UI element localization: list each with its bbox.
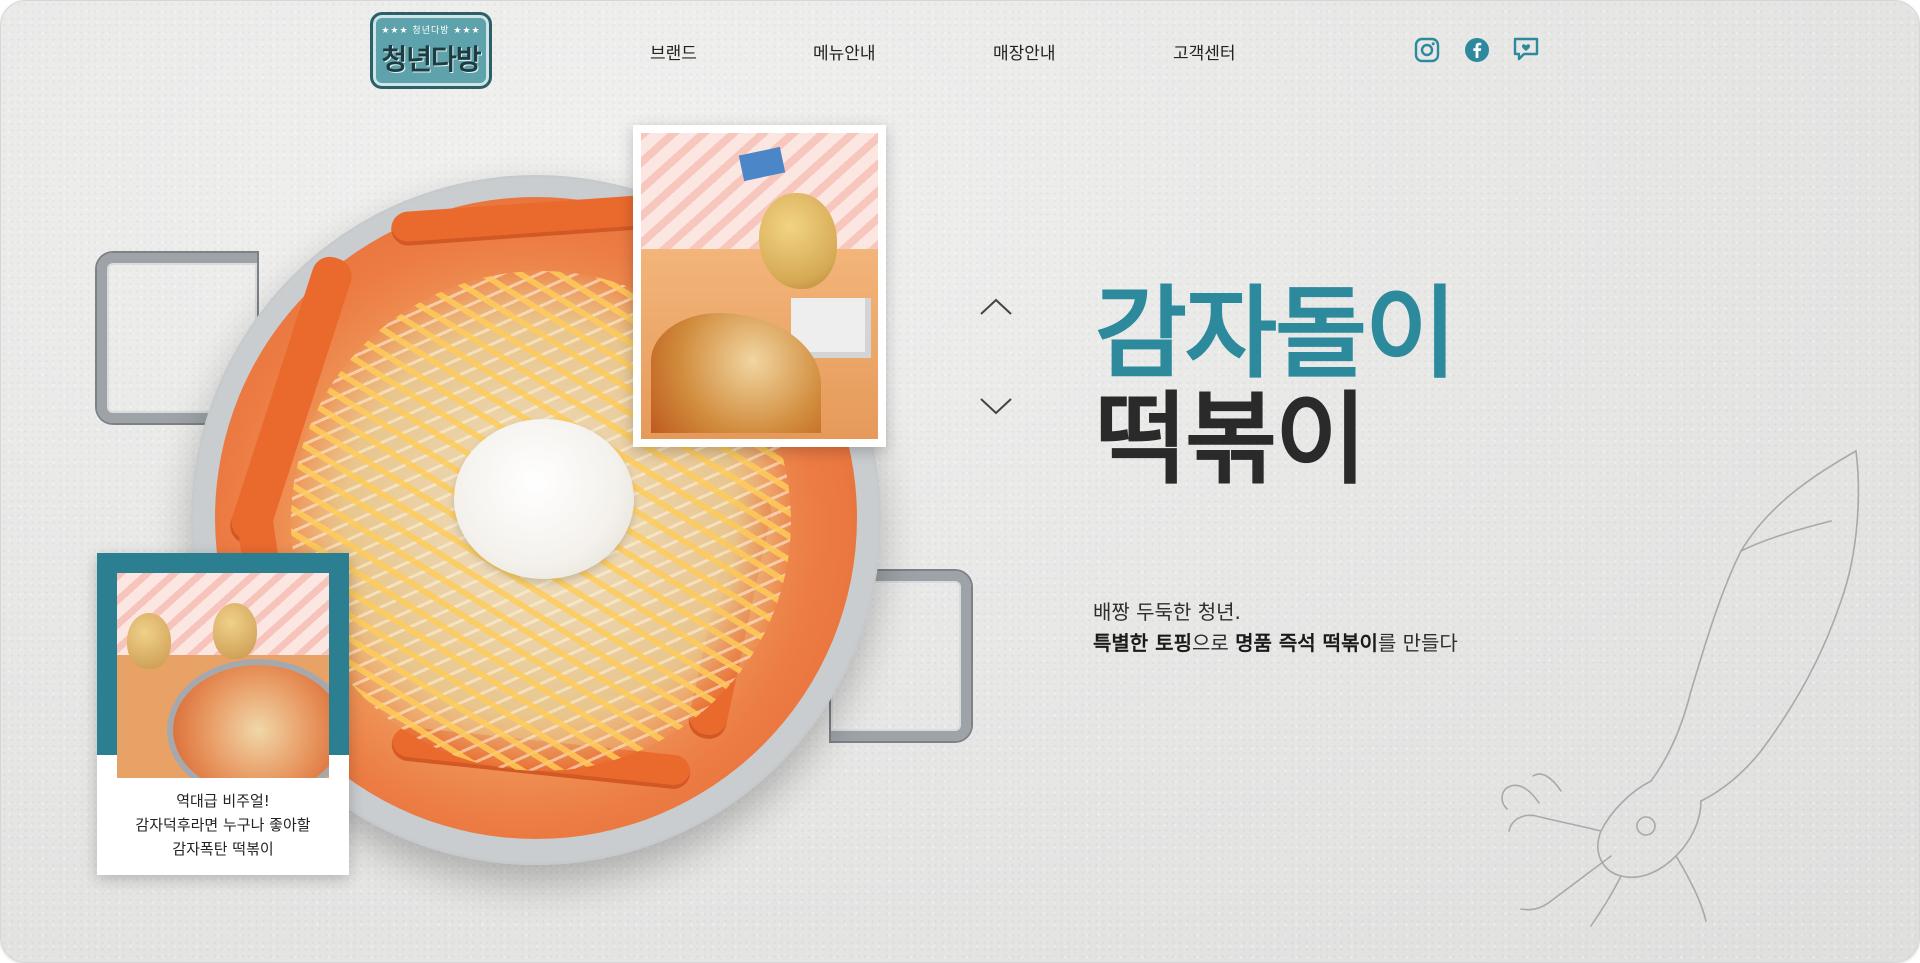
hero-title-line2: 떡볶이 <box>1095 381 1367 498</box>
potato-mascot <box>127 613 171 669</box>
nav-item-support[interactable]: 고객센터 <box>1173 39 1236 64</box>
flag-icon <box>738 146 786 182</box>
hero-description-line1: 배짱 두둑한 청년. <box>1093 600 1241 624</box>
hero-title-line1: 감자돌이 <box>1095 275 1457 392</box>
page: ★★★ 청년다방 ★★★ 청년다방 브랜드 메뉴안내 매장안내 고객센터 역대급… <box>0 0 1920 963</box>
potato-mascot-photo <box>641 133 878 439</box>
caption-line: 감자폭탄 떡볶이 <box>172 840 274 858</box>
logo-tagline: ★★★ 청년다방 ★★★ <box>381 26 481 36</box>
hero-description-line2: 특별한 토핑으로 명품 즉석 떡볶이를 만들다 <box>1093 627 1458 656</box>
nav-item-brand[interactable]: 브랜드 <box>650 39 697 64</box>
egg-topping <box>454 419 634 579</box>
caption-line: 감자덕후라면 누구나 좋아할 <box>135 816 311 834</box>
desc-text: 를 만들다 <box>1377 631 1458 655</box>
brand-logo[interactable]: ★★★ 청년다방 ★★★ 청년다방 <box>370 12 492 89</box>
logo-wordmark: 청년다방 <box>381 43 481 76</box>
card-caption: 역대급 비주얼! 감자덕후라면 누구나 좋아할 감자폭탄 떡볶이 <box>97 789 349 861</box>
nav-item-stores[interactable]: 매장안내 <box>993 39 1056 64</box>
menu-highlight-card[interactable]: 역대급 비주얼! 감자덕후라면 누구나 좋아할 감자폭탄 떡볶이 <box>97 553 349 875</box>
squid-sketch-illustration <box>1501 450 1860 927</box>
menu-highlight-photo <box>117 573 329 778</box>
potato-mascot <box>213 603 257 659</box>
chevron-up-icon[interactable] <box>979 297 1013 317</box>
desc-text: 으로 <box>1191 631 1236 655</box>
chat-heart-icon[interactable] <box>1512 36 1540 62</box>
facebook-icon[interactable] <box>1464 37 1490 63</box>
instagram-icon[interactable] <box>1414 37 1440 63</box>
desc-emphasis: 명품 즉석 떡볶이 <box>1235 631 1378 655</box>
desc-emphasis: 특별한 토핑 <box>1093 631 1192 655</box>
potato-mascot-photo-card <box>633 125 886 447</box>
caption-line: 역대급 비주얼! <box>176 792 270 810</box>
nav-item-menu[interactable]: 메뉴안내 <box>813 39 876 64</box>
chevron-down-icon[interactable] <box>979 396 1013 416</box>
